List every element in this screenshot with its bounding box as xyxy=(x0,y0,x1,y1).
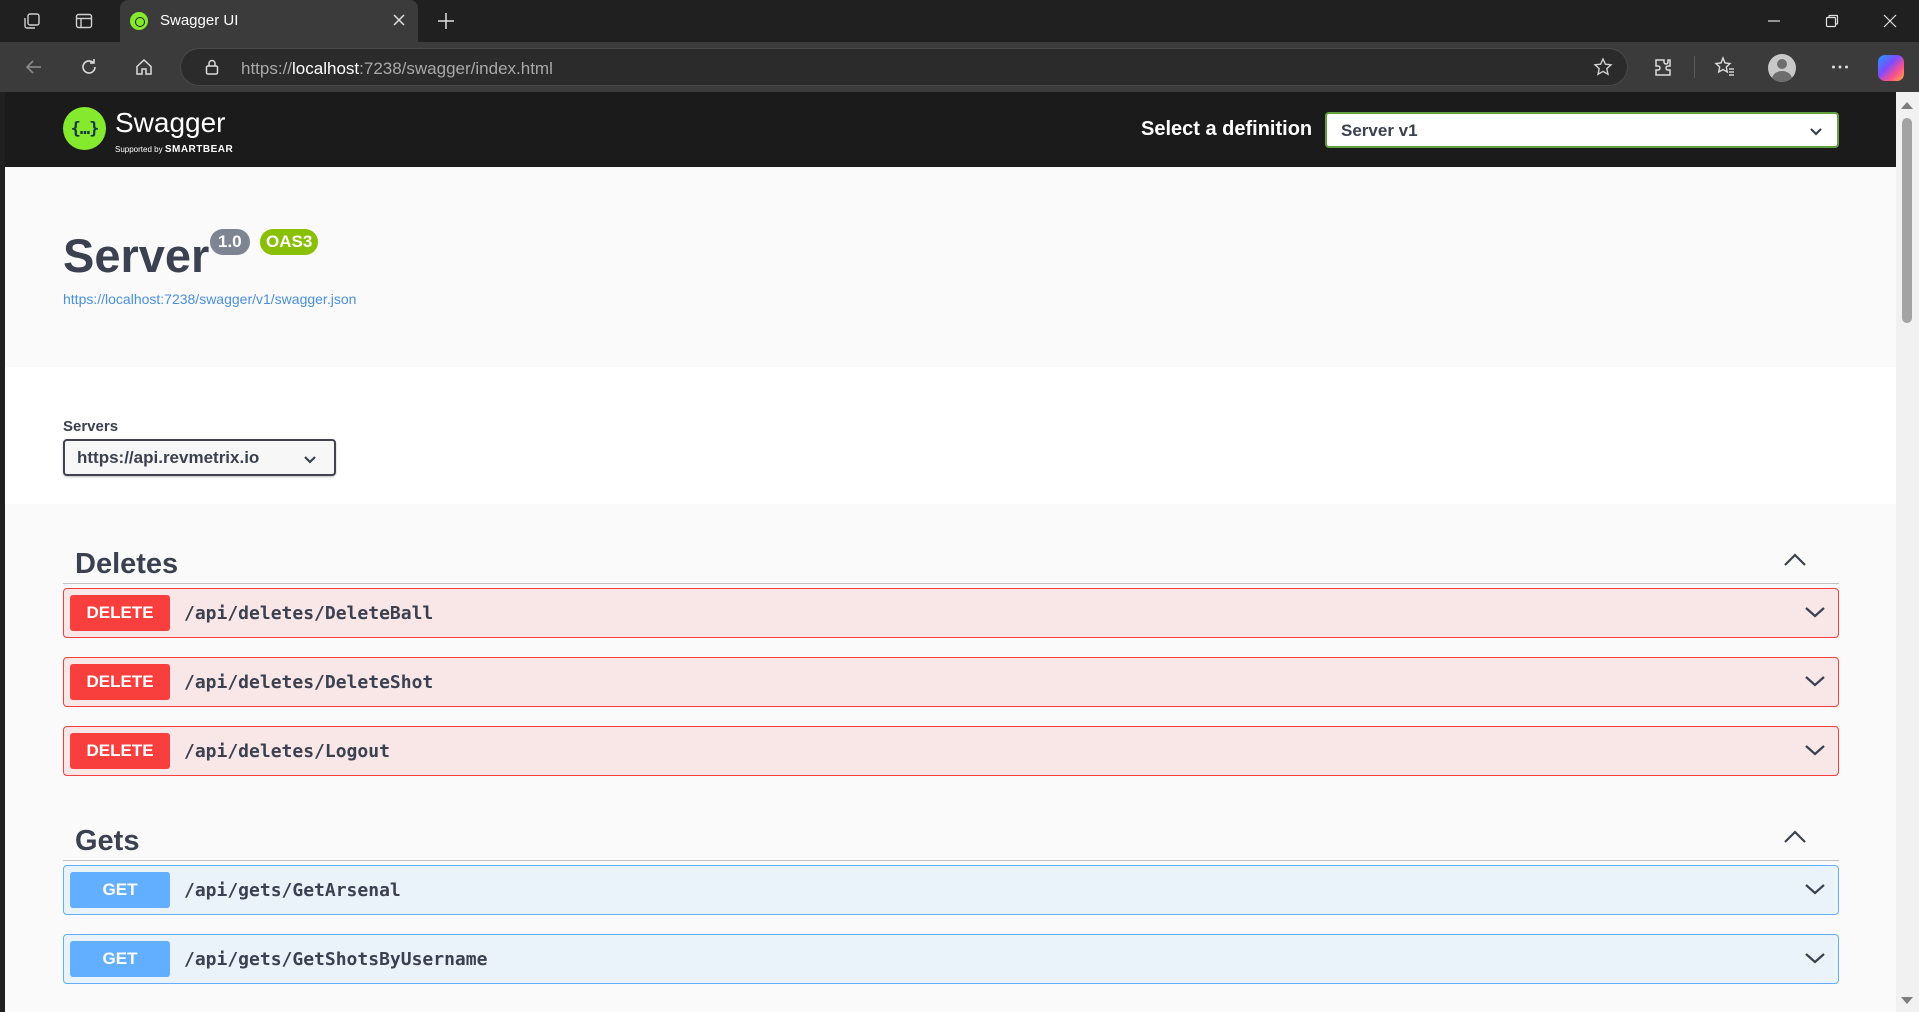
favorite-star-icon[interactable] xyxy=(1593,57,1613,82)
address-url[interactable]: https://localhost:7238/swagger/index.htm… xyxy=(241,59,553,79)
operation-delete-deleteshot[interactable]: DELETE /api/deletes/DeleteShot xyxy=(63,657,1839,707)
operation-path: /api/gets/GetShotsByUsername xyxy=(184,949,488,970)
servers-label: Servers xyxy=(63,418,119,435)
browser-tab[interactable]: Swagger UI xyxy=(120,0,418,42)
swagger-topbar: {…} Swagger Supported by SMARTBEAR Selec… xyxy=(5,92,1896,167)
swagger-logo-text[interactable]: Swagger xyxy=(115,107,226,139)
restore-icon[interactable] xyxy=(1803,0,1861,42)
profile-avatar[interactable] xyxy=(1768,54,1796,82)
chevron-down-icon xyxy=(1809,124,1823,142)
browser-titlebar: Swagger UI xyxy=(0,0,1919,42)
home-icon[interactable] xyxy=(126,49,162,85)
method-badge: DELETE xyxy=(70,595,170,631)
browser-toolbar: https://localhost:7238/swagger/index.htm… xyxy=(0,42,1919,92)
page-viewport: {…} Swagger Supported by SMARTBEAR Selec… xyxy=(5,92,1896,1012)
chevron-down-icon[interactable] xyxy=(1804,605,1826,624)
chevron-up-icon[interactable] xyxy=(1780,548,1810,572)
back-icon[interactable] xyxy=(16,49,52,85)
swagger-logo-icon[interactable]: {…} xyxy=(63,107,106,150)
operation-path: /api/gets/GetArsenal xyxy=(184,880,401,901)
url-path: :7238/swagger/index.html xyxy=(359,59,553,78)
chevron-down-icon[interactable] xyxy=(1804,743,1826,762)
servers-select[interactable]: https://api.revmetrix.io xyxy=(63,439,336,476)
minimize-icon[interactable] xyxy=(1745,0,1803,42)
copilot-icon[interactable] xyxy=(1878,55,1904,81)
operation-delete-logout[interactable]: DELETE /api/deletes/Logout xyxy=(63,726,1839,776)
new-tab-icon[interactable] xyxy=(426,4,466,38)
logo-sub-brand: SMARTBEAR xyxy=(164,144,234,155)
group-title: Deletes xyxy=(75,548,179,580)
definition-select-value: Server v1 xyxy=(1341,121,1418,140)
servers-section: Servers https://api.revmetrix.io xyxy=(5,367,1896,504)
operation-get-getshotsbyusername[interactable]: GET /api/gets/GetShotsByUsername xyxy=(63,934,1839,984)
operations-section: Deletes DELETE /api/deletes/DeleteBall D… xyxy=(5,504,1896,1012)
swagger-json-link[interactable]: https://localhost:7238/swagger/v1/swagge… xyxy=(63,291,356,307)
operation-get-getarsenal[interactable]: GET /api/gets/GetArsenal xyxy=(63,865,1839,915)
scroll-down-arrow-icon[interactable] xyxy=(1901,997,1913,1004)
address-bar[interactable]: https://localhost:7238/swagger/index.htm… xyxy=(180,48,1628,86)
chevron-down-icon[interactable] xyxy=(1804,882,1826,901)
group-header-gets[interactable]: Gets xyxy=(63,811,1839,861)
url-host: localhost xyxy=(292,59,360,78)
method-badge: DELETE xyxy=(70,664,170,700)
tab-title: Swagger UI xyxy=(160,12,239,29)
more-options-icon[interactable] xyxy=(1822,49,1858,85)
toolbar-separator xyxy=(1694,56,1695,78)
lock-icon[interactable] xyxy=(203,58,221,81)
servers-select-value: https://api.revmetrix.io xyxy=(77,448,260,467)
method-badge: GET xyxy=(70,872,170,908)
operation-delete-deleteball[interactable]: DELETE /api/deletes/DeleteBall xyxy=(63,588,1839,638)
swagger-favicon-icon xyxy=(130,12,148,30)
scroll-up-arrow-icon[interactable] xyxy=(1901,102,1913,109)
oas-badge: OAS3 xyxy=(260,229,319,255)
workspaces-icon[interactable] xyxy=(12,4,52,38)
chevron-down-icon[interactable] xyxy=(1804,951,1826,970)
method-badge: DELETE xyxy=(70,733,170,769)
method-badge: GET xyxy=(70,941,170,977)
close-window-icon[interactable] xyxy=(1861,0,1919,42)
operation-path: /api/deletes/Logout xyxy=(184,741,390,762)
url-scheme: https:// xyxy=(241,59,293,78)
favorites-icon[interactable] xyxy=(1707,49,1743,85)
close-tab-icon[interactable] xyxy=(386,6,412,34)
definition-select[interactable]: Server v1 xyxy=(1325,112,1839,148)
refresh-icon[interactable] xyxy=(71,49,107,85)
api-info-section: Server 1.0 OAS3 https://localhost:7238/s… xyxy=(5,167,1896,367)
logo-sub-prefix: Supported by xyxy=(115,145,163,154)
chevron-up-icon[interactable] xyxy=(1780,825,1810,849)
version-badge: 1.0 xyxy=(210,229,250,255)
scroll-thumb[interactable] xyxy=(1902,118,1912,323)
extensions-icon[interactable] xyxy=(1645,49,1681,85)
group-title: Gets xyxy=(75,825,140,857)
chevron-down-icon xyxy=(303,452,317,470)
swagger-logo-subtitle: Supported by SMARTBEAR xyxy=(115,144,233,155)
operation-path: /api/deletes/DeleteShot xyxy=(184,672,434,693)
select-definition-label: Select a definition xyxy=(1141,118,1313,140)
page-scrollbar[interactable] xyxy=(1896,92,1919,1012)
operation-path: /api/deletes/DeleteBall xyxy=(184,603,434,624)
group-header-deletes[interactable]: Deletes xyxy=(63,534,1839,584)
api-title: Server xyxy=(63,229,210,282)
chevron-down-icon[interactable] xyxy=(1804,674,1826,693)
tab-actions-icon[interactable] xyxy=(64,4,104,38)
